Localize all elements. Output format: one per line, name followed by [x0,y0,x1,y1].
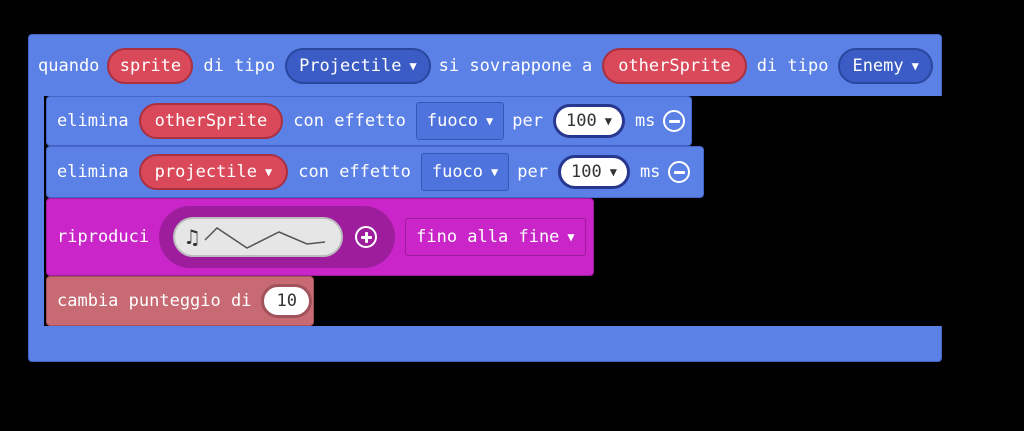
destroy-block-2[interactable]: elimina projectile ▼ con effetto fuoco ▼… [46,146,704,198]
effect-dropdown[interactable]: fuoco ▼ [420,153,510,191]
dropdown-arrow-icon: ▼ [911,59,919,73]
melody-container[interactable]: ♫ [159,206,396,268]
effect-dropdown[interactable]: fuoco ▼ [415,102,505,140]
projectile-kind-dropdown[interactable]: Projectile ▼ [285,48,431,84]
dropdown-arrow-icon: ▼ [265,165,273,179]
duration-dropdown[interactable]: 100 ▼ [557,155,630,189]
destroy-label: elimina [57,111,129,131]
enemy-kind-dropdown[interactable]: Enemy ▼ [838,48,933,84]
of-type-label-2: di tipo [756,56,829,76]
when-label: quando [38,56,100,76]
dropdown-arrow-icon: ▼ [567,230,575,244]
overlaps-label: si sovrappone a [438,56,593,76]
projectile-target-value: projectile [154,162,258,182]
destroy-label: elimina [57,162,129,182]
melody-editor[interactable]: ♫ [173,217,344,257]
melody-waveform [204,227,326,249]
projectile-kind-value: Projectile [299,56,402,76]
change-score-label: cambia punteggio di [57,291,252,311]
destroy-target-variable[interactable]: otherSprite [138,103,284,139]
dropdown-arrow-icon: ▼ [486,114,494,128]
of-type-label-1: di tipo [203,56,276,76]
enemy-kind-value: Enemy [852,56,904,76]
duration-value: 100 [570,162,602,182]
effect-value: fuoco [431,162,484,182]
play-mode-value: fino alla fine [416,227,560,247]
change-score-block[interactable]: cambia punteggio di 10 [46,276,314,326]
with-effect-label: con effetto [298,162,411,182]
play-label: riproduci [57,227,150,247]
destroy-block-1[interactable]: elimina otherSprite con effetto fuoco ▼ … [46,96,692,146]
duration-dropdown[interactable]: 100 ▼ [552,104,625,138]
for-label: per [517,162,548,182]
sprite-variable[interactable]: sprite [107,48,194,84]
with-effect-label: con effetto [293,111,406,131]
for-label: per [512,111,543,131]
ms-label: ms [634,111,656,131]
dropdown-arrow-icon: ▼ [491,165,499,179]
plus-circle-icon[interactable] [355,226,378,248]
score-value-field[interactable]: 10 [261,284,312,318]
dropdown-arrow-icon: ▼ [609,165,617,179]
duration-value: 100 [565,111,597,131]
play-mode-dropdown[interactable]: fino alla fine ▼ [405,218,586,256]
ms-label: ms [639,162,661,182]
event-header[interactable]: quando sprite di tipo Projectile ▼ si so… [38,44,933,88]
projectile-target-dropdown[interactable]: projectile ▼ [138,154,289,190]
music-note-icon: ♫ [183,225,202,249]
minus-circle-icon[interactable] [668,161,691,183]
dropdown-arrow-icon: ▼ [409,59,417,73]
score-value: 10 [276,291,297,311]
effect-value: fuoco [426,111,479,131]
play-melody-block[interactable]: riproduci ♫ fino alla fine ▼ [46,198,594,276]
minus-circle-icon[interactable] [663,110,686,132]
dropdown-arrow-icon: ▼ [604,114,612,128]
other-sprite-variable[interactable]: otherSprite [602,48,747,84]
